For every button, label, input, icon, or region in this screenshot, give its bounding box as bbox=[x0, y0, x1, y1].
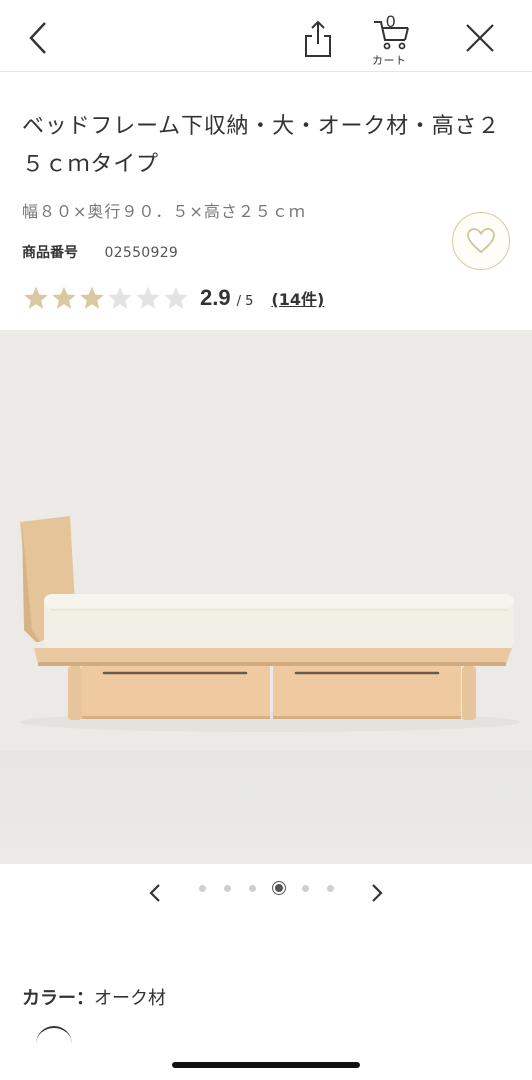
star-filled-icon bbox=[80, 286, 104, 309]
product-code-row: 商品番号 02550929 bbox=[22, 242, 178, 262]
carousel-prev-button[interactable] bbox=[142, 880, 168, 906]
carousel-dot[interactable] bbox=[302, 884, 309, 892]
color-swatch[interactable] bbox=[36, 1026, 72, 1062]
chevron-left-icon bbox=[149, 884, 160, 902]
cart-label: カート bbox=[372, 54, 407, 67]
color-value: オーク材 bbox=[94, 988, 166, 1009]
star-filled-icon bbox=[52, 286, 76, 309]
product-title: ベッドフレーム下収納・大・オーク材・高さ２５ｃｍタイプ bbox=[22, 114, 501, 177]
top-navigation-bar: 0 カート bbox=[0, 0, 532, 72]
bed-illustration bbox=[20, 516, 520, 732]
star-empty-icon bbox=[108, 286, 132, 309]
rating-stars bbox=[22, 285, 190, 311]
rating-max: / 5 bbox=[236, 293, 254, 309]
image-carousel-controls bbox=[0, 864, 532, 920]
product-code-label: 商品番号 bbox=[22, 245, 78, 261]
back-button[interactable] bbox=[18, 16, 58, 60]
carousel-dot[interactable] bbox=[249, 884, 256, 892]
carousel-dot[interactable] bbox=[327, 884, 334, 892]
star-filled-icon bbox=[24, 286, 48, 309]
cart-icon bbox=[374, 21, 409, 50]
share-icon bbox=[305, 20, 331, 57]
product-code: 02550929 bbox=[104, 245, 179, 261]
favorite-button[interactable] bbox=[452, 212, 510, 270]
home-indicator bbox=[172, 1062, 360, 1068]
heart-icon bbox=[467, 228, 495, 254]
chevron-left-icon bbox=[29, 22, 46, 54]
rating-score: 2.9 bbox=[200, 285, 231, 310]
close-button[interactable] bbox=[458, 16, 502, 60]
carousel-dot[interactable] bbox=[199, 884, 206, 892]
close-icon bbox=[466, 24, 494, 52]
share-button[interactable] bbox=[298, 16, 338, 62]
cart-button[interactable]: 0 カート bbox=[364, 8, 420, 67]
carousel-dot-active[interactable] bbox=[272, 881, 286, 895]
rating-row: 2.9 / 5 (14件) bbox=[22, 282, 324, 314]
carousel-next-button[interactable] bbox=[364, 880, 390, 906]
carousel-dot[interactable] bbox=[224, 884, 231, 892]
product-info: ベッドフレーム下収納・大・オーク材・高さ２５ｃｍタイプ 幅８０×奥行９０．５×高… bbox=[0, 72, 532, 330]
review-count-link[interactable]: (14件) bbox=[271, 286, 324, 310]
carousel-dots bbox=[190, 881, 343, 895]
chevron-right-icon bbox=[372, 884, 383, 902]
product-size: 幅８０×奥行９０．５×高さ２５ｃｍ bbox=[22, 202, 306, 221]
product-image[interactable] bbox=[0, 330, 532, 864]
star-empty-icon bbox=[164, 286, 188, 309]
color-label: カラー： bbox=[22, 988, 94, 1009]
star-empty-icon bbox=[136, 286, 160, 309]
color-row: カラー：オーク材 bbox=[22, 984, 166, 1010]
